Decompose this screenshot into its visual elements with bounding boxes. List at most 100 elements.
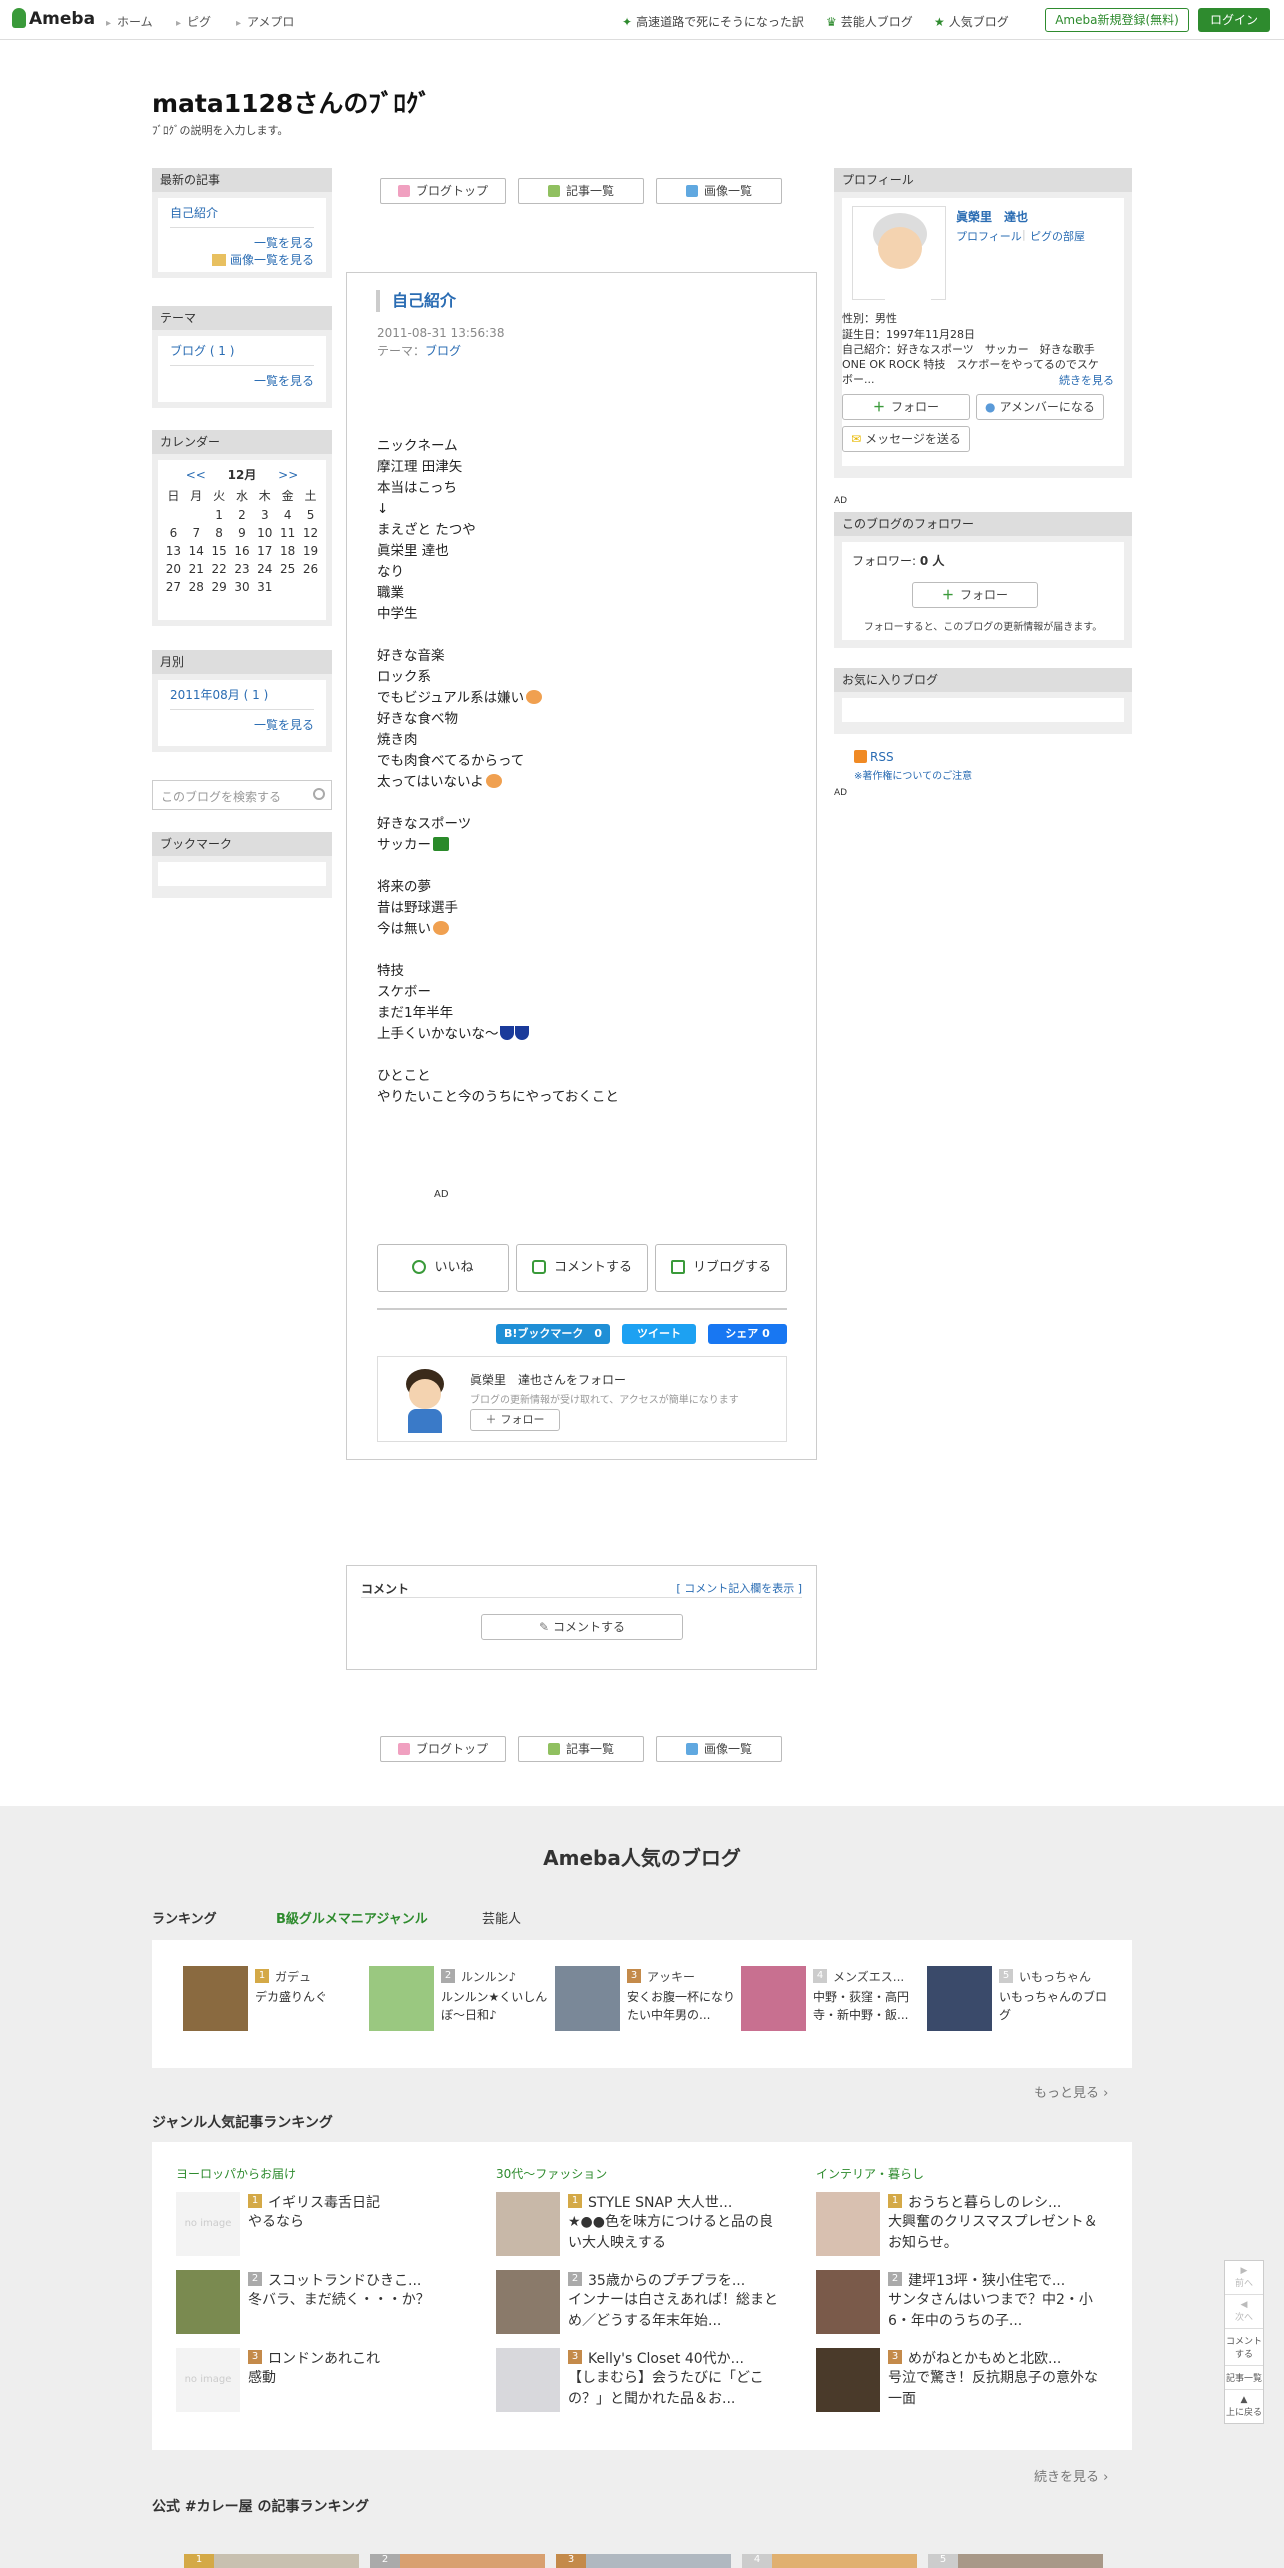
see-list-link[interactable]: 一覧を見る bbox=[170, 716, 314, 733]
float-list-button[interactable]: 記事一覧 bbox=[1225, 2366, 1263, 2390]
profile-avatar[interactable] bbox=[852, 206, 946, 305]
pigg-room-link[interactable]: ピグの部屋 bbox=[1030, 228, 1085, 244]
official-thumb[interactable]: 5 bbox=[928, 2554, 1103, 2568]
prev-post-button[interactable]: ▶ 前へ bbox=[1225, 2261, 1263, 2295]
genre-article[interactable]: 1 STYLE SNAP 大人世... ★●●色を味方につけると品の良い大人映えする bbox=[496, 2192, 786, 2258]
genre-blog-name: イギリス毒舌日記 bbox=[268, 2195, 380, 2211]
nav-amepro[interactable]: アメプロ bbox=[236, 13, 294, 30]
genre-article[interactable]: 2 35歳からのプチプラを... インナーは白さえあれば！総まとめ／どうする年末年始… bbox=[496, 2270, 786, 2336]
official-thumb[interactable]: 4 bbox=[742, 2554, 917, 2568]
calendar-widget: カレンダー << 12月 >> 日月火水木金土 12345 6 7 8 9 10 11 12… bbox=[152, 430, 332, 626]
ranking-item[interactable]: 2 ルンルン♪ ルンルン★くいしんぼ～日和♪ bbox=[369, 1966, 549, 2036]
follow-button-2[interactable]: ＋ フォロー bbox=[912, 582, 1038, 608]
copyright-note-link[interactable]: ※著作権についてのご注意 bbox=[854, 767, 972, 782]
see-images-link[interactable]: 画像一覧を見る bbox=[170, 251, 314, 268]
nav-home[interactable]: ホーム bbox=[106, 13, 153, 30]
blog-title[interactable]: mata1128さんのﾌﾞﾛｸﾞ bbox=[152, 84, 431, 120]
theme-link[interactable]: ブログ bbox=[425, 344, 461, 358]
genre-article[interactable]: no image 1 イギリス毒舌日記 やるなら bbox=[176, 2192, 466, 2258]
trending-link[interactable]: ✦ 高速道路で死にそうになった訳 bbox=[622, 13, 804, 30]
comment-submit-button[interactable]: ✎ コメントする bbox=[481, 1614, 683, 1640]
comment-button[interactable]: コメントする bbox=[516, 1244, 648, 1292]
ranking-item[interactable]: 5 いもっちゃん いもっちゃんのブログ bbox=[927, 1966, 1107, 2036]
calendar-prev[interactable]: << bbox=[186, 468, 206, 482]
amember-button[interactable]: ● アメンバーになる bbox=[976, 394, 1104, 420]
article-line: ↓ bbox=[377, 499, 797, 520]
ranking-item[interactable]: 1 ガデュ デカ盛りんぐ bbox=[183, 1966, 363, 2036]
genre-article[interactable]: 1 おうちと暮らしのレシ... 大興奮のクリスマスプレゼント＆お知らせ。 bbox=[816, 2192, 1106, 2258]
show-comment-form-link[interactable]: [ コメント記入欄を表示 ] bbox=[676, 1580, 802, 1596]
like-button[interactable]: いいね bbox=[377, 1244, 509, 1292]
genre-blog-name: Kelly's Closet 40代か... bbox=[588, 2351, 744, 2367]
article-line: 中学生 bbox=[377, 604, 797, 625]
face-emoji-icon bbox=[433, 921, 449, 935]
blog-search-input[interactable]: このブログを検索する bbox=[152, 780, 332, 810]
nav-pigg[interactable]: ピグ bbox=[176, 13, 211, 30]
popular-blog-link[interactable]: ★ 人気ブログ bbox=[934, 13, 1009, 30]
image-list-button[interactable]: 画像一覧 bbox=[656, 178, 782, 204]
official-thumb[interactable]: 2 bbox=[370, 2554, 545, 2568]
article-thumbnail bbox=[496, 2270, 560, 2334]
see-list-link[interactable]: 一覧を見る bbox=[170, 234, 314, 251]
more-link[interactable]: もっと見る › bbox=[1034, 2082, 1108, 2101]
genre-category[interactable]: 30代〜ファッション bbox=[496, 2165, 786, 2182]
celebrity-blog-link[interactable]: ♛ 芸能人ブログ bbox=[826, 13, 913, 30]
profile-more-link[interactable]: 続きを見る bbox=[1059, 372, 1114, 388]
message-button[interactable]: ✉ メッセージを送る bbox=[842, 426, 970, 452]
follow-button[interactable]: ＋ フォロー bbox=[842, 394, 970, 420]
blog-name: ルンルン♪ bbox=[461, 1970, 517, 1984]
ranking-item[interactable]: 3 アッキー 安くお腹一杯になりたい中年男の... bbox=[555, 1966, 735, 2036]
blog-top-label: ブログトップ bbox=[415, 184, 488, 198]
image-list-button-bottom[interactable]: 画像一覧 bbox=[656, 1736, 782, 1762]
profile-name[interactable]: 眞榮里 達也 bbox=[956, 208, 1028, 225]
genre-article[interactable]: no image 3 ロンドンあれこれ 感動 bbox=[176, 2348, 466, 2414]
continue-link[interactable]: 続きを見る › bbox=[1034, 2466, 1108, 2485]
hatena-bookmark-button[interactable]: B!ブックマーク 0 bbox=[496, 1324, 610, 1344]
ad-label: AD bbox=[434, 1189, 449, 1200]
genre-article[interactable]: 3 Kelly's Closet 40代か... 【しまむら】会うたびに「どこの？」… bbox=[496, 2348, 786, 2414]
genre-article[interactable]: 2 建坪13坪・狭小住宅で... サンタさんはいつまで？中2・小6・年中のうちの子.… bbox=[816, 2270, 1106, 2336]
article-list-button-bottom[interactable]: 記事一覧 bbox=[518, 1736, 644, 1762]
tab-celebrity[interactable]: 芸能人 bbox=[482, 1908, 521, 1927]
tab-b-gourmet[interactable]: B級グルメマニアジャンル bbox=[276, 1908, 428, 1927]
article-list-label: 記事一覧 bbox=[565, 1742, 614, 1756]
amember-icon: ● bbox=[985, 400, 996, 414]
theme-link[interactable]: ブログ ( 1 ) bbox=[170, 342, 314, 359]
genre-article[interactable]: 3 めがねとかもめと北欧... 号泣で驚き！反抗期息子の意外な一面 bbox=[816, 2348, 1106, 2414]
login-button[interactable]: ログイン bbox=[1198, 8, 1270, 32]
genre-category[interactable]: インテリア・暮らし bbox=[816, 2165, 1106, 2182]
blog-top-button-bottom[interactable]: ブログトップ bbox=[380, 1736, 506, 1762]
article-title[interactable]: 自己紹介 bbox=[376, 290, 456, 312]
official-thumb[interactable]: 1 bbox=[184, 2554, 359, 2568]
reblog-button[interactable]: リブログする bbox=[655, 1244, 787, 1292]
see-list-link[interactable]: 一覧を見る bbox=[170, 372, 314, 389]
back-to-top-button[interactable]: ▲ 上に戻る bbox=[1225, 2390, 1263, 2423]
follow-card-button[interactable]: ＋フォロー bbox=[470, 1409, 560, 1431]
search-icon[interactable] bbox=[313, 788, 325, 800]
tweet-button[interactable]: ツイート bbox=[622, 1324, 696, 1344]
home-icon bbox=[397, 1743, 410, 1755]
ranking-item[interactable]: 4 メンズエス... 中野・荻窪・高円寺・新中野・飯... bbox=[741, 1966, 921, 2036]
play-icon: ▶ bbox=[1240, 2266, 1248, 2276]
rss-link[interactable]: RSS bbox=[854, 750, 894, 764]
calendar-day: 31 bbox=[257, 580, 273, 594]
article-line-text: なり bbox=[377, 564, 404, 580]
next-post-button[interactable]: ◀ 次へ bbox=[1225, 2295, 1263, 2329]
blog-top-button[interactable]: ブログトップ bbox=[380, 178, 506, 204]
article-line: 太ってはいないよ bbox=[377, 772, 797, 793]
genre-category[interactable]: ヨーロッパからお届け bbox=[176, 2165, 466, 2182]
month-archive-link[interactable]: 2011年08月 ( 1 ) bbox=[170, 686, 314, 703]
float-comment-button[interactable]: コメントする bbox=[1225, 2329, 1263, 2366]
genre-article[interactable]: 2 スコットランドひきこ... 冬バラ、まだ続く・・・か？ bbox=[176, 2270, 466, 2336]
profile-link[interactable]: プロフィール bbox=[956, 228, 1022, 244]
ameba-logo[interactable]: Ameba bbox=[12, 8, 95, 29]
search-placeholder: このブログを検索する bbox=[161, 790, 282, 804]
register-button[interactable]: Ameba新規登録(無料) bbox=[1045, 8, 1189, 32]
article-line: 好きな音楽 bbox=[377, 646, 797, 667]
article-list-button[interactable]: 記事一覧 bbox=[518, 178, 644, 204]
official-thumb[interactable]: 3 bbox=[556, 2554, 731, 2568]
calendar-next[interactable]: >> bbox=[278, 468, 298, 482]
calendar-day: 29 bbox=[211, 580, 227, 594]
facebook-share-button[interactable]: シェア 0 bbox=[708, 1324, 787, 1344]
recent-post-link[interactable]: 自己紹介 bbox=[170, 204, 314, 221]
